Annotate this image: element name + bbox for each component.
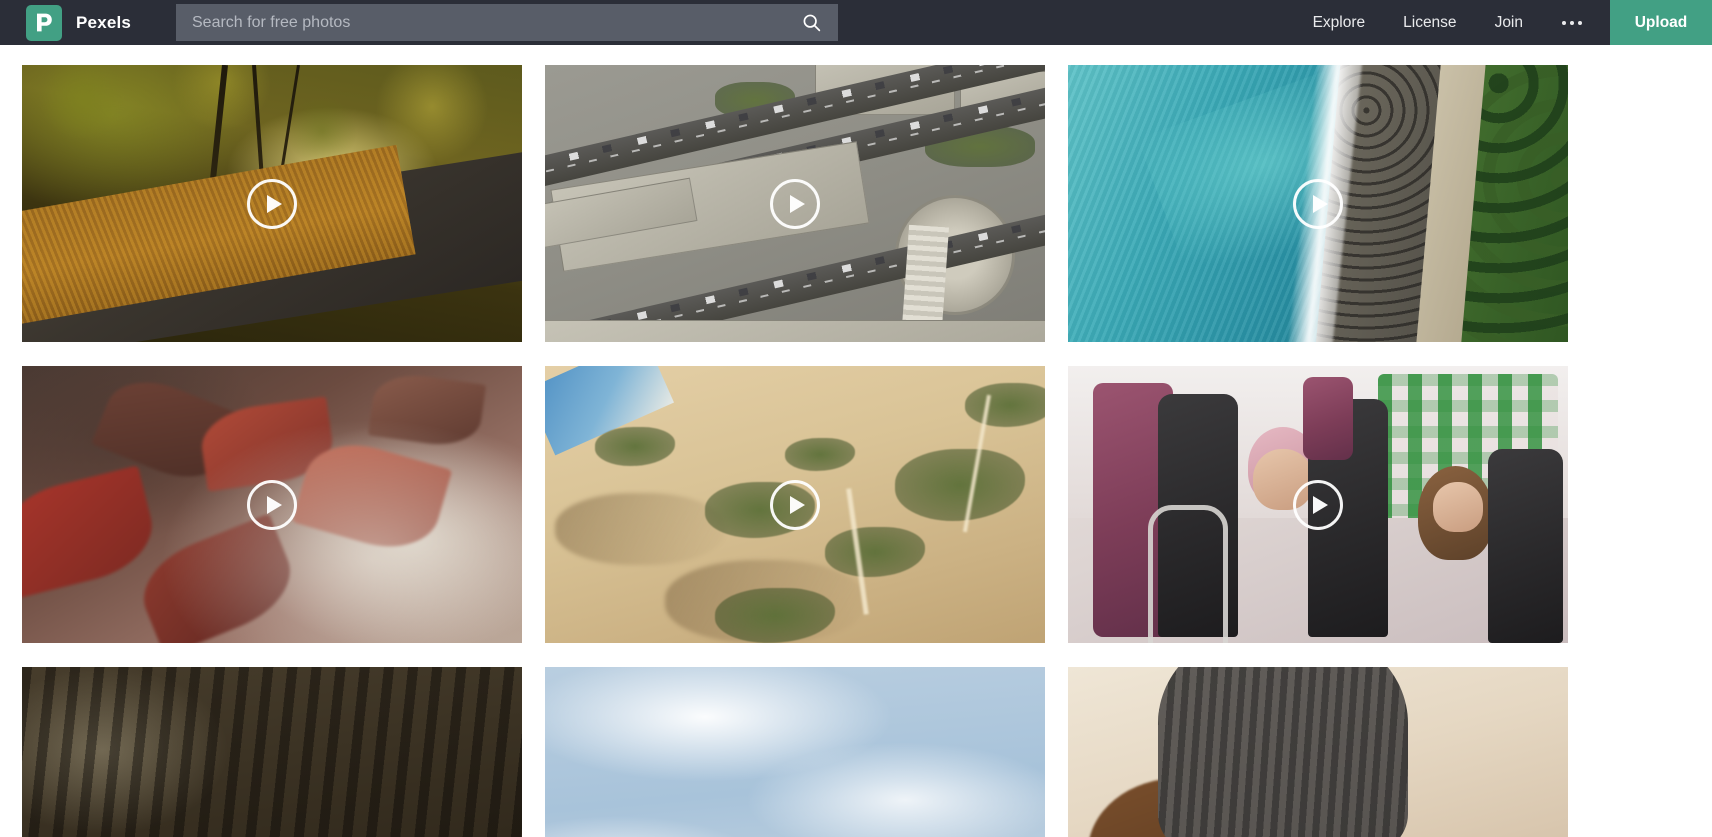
search-icon[interactable] <box>784 4 838 41</box>
autumn-forest-road-video[interactable] <box>22 65 522 342</box>
play-button-icon[interactable] <box>1293 479 1343 530</box>
search-bar[interactable] <box>176 4 838 41</box>
tile-thumbnail <box>22 667 522 837</box>
brand-name: Pexels <box>76 12 132 32</box>
pexels-p-logo-icon <box>26 4 62 41</box>
tile-thumbnail <box>545 667 1045 837</box>
aerial-coastline-video[interactable] <box>1068 65 1568 342</box>
aerial-city-roads-video[interactable] <box>545 65 1045 342</box>
search-input[interactable] <box>176 4 784 41</box>
brand-logo-link[interactable]: Pexels <box>26 4 132 41</box>
coastal-sand-dunes-video[interactable] <box>545 366 1045 643</box>
play-button-icon[interactable] <box>770 479 820 530</box>
ellipsis-icon[interactable] <box>1542 0 1602 45</box>
top-header: Pexels Explore License Join Upload <box>0 0 1712 45</box>
nav-item-join[interactable]: Join <box>1476 0 1542 45</box>
red-maple-leaves-video[interactable] <box>22 366 522 643</box>
nav-item-explore[interactable]: Explore <box>1294 0 1385 45</box>
nav-item-license[interactable]: License <box>1384 0 1475 45</box>
upload-button[interactable]: Upload <box>1610 0 1712 45</box>
person-knit-beanie-video[interactable] <box>1068 667 1568 837</box>
amusement-park-ride-video[interactable] <box>1068 366 1568 643</box>
dark-forest-video[interactable] <box>22 667 522 837</box>
play-button-icon[interactable] <box>247 178 297 229</box>
play-button-icon[interactable] <box>770 178 820 229</box>
main-navigation: Explore License Join Upload <box>1294 0 1712 45</box>
play-button-icon[interactable] <box>1293 178 1343 229</box>
play-button-icon[interactable] <box>247 479 297 530</box>
video-grid <box>0 45 1712 837</box>
cloudy-sky-video[interactable] <box>545 667 1045 837</box>
tile-thumbnail <box>1068 667 1568 837</box>
